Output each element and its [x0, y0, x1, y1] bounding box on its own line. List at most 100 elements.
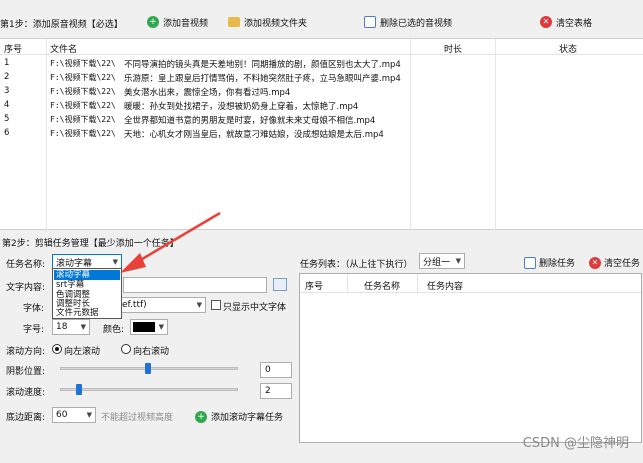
- row-filename: 不同导演拍的镜头真是天差地别！同期播放的剧，颜值区别也太大了.mp4: [124, 60, 401, 70]
- watermark-text: CSDN @尘隐神明: [522, 436, 629, 451]
- speed-value: 2: [265, 386, 271, 396]
- row-filename: 天地：心机女才刚当皇后，就故意刁难姑娘，没成想姑娘是太后.mp4: [124, 130, 384, 140]
- col-header-filename: 文件名: [50, 45, 78, 55]
- color-swatch: [133, 322, 155, 332]
- task-col-content: 任务内容: [427, 282, 464, 292]
- bottom-distance-label: 底边距离:: [6, 413, 46, 423]
- scroll-right-radio[interactable]: [121, 344, 131, 354]
- close-circle-icon: ✕: [589, 256, 601, 269]
- task-name-label: 任务名称:: [6, 260, 46, 270]
- scroll-left-label: 向左滚动: [64, 347, 101, 357]
- clear-table-button[interactable]: ✕ 清空表格: [540, 14, 592, 30]
- plus-circle-icon: +: [195, 410, 207, 423]
- add-folder-button[interactable]: 添加视频文件夹: [228, 14, 307, 30]
- group-select[interactable]: 分组一 ▼: [419, 253, 465, 269]
- chevron-down-icon: ▼: [196, 301, 202, 309]
- add-task-button[interactable]: + 添加滚动字幕任务: [195, 410, 283, 423]
- edit-text-icon[interactable]: [273, 278, 287, 291]
- row-path: F:\视频下载\22\: [50, 129, 116, 138]
- file-table-header: 序号 文件名 时长 状态: [0, 39, 643, 55]
- scroll-direction-label: 滚动方向:: [6, 347, 46, 357]
- shadow-value-field[interactable]: 0: [260, 362, 292, 378]
- task-col-name: 任务名称: [364, 282, 401, 292]
- clear-tasks-label: 清空任务: [604, 259, 641, 269]
- add-video-button[interactable]: + 添加音视频: [147, 14, 208, 30]
- row-no: 2: [4, 72, 10, 82]
- add-task-label: 添加滚动字幕任务: [211, 413, 284, 423]
- row-no: 4: [4, 100, 10, 110]
- font-label: 字体:: [23, 304, 45, 314]
- speed-label: 滚动速度:: [6, 388, 46, 398]
- font-value: ef.ttf): [122, 300, 147, 310]
- col-header-no: 序号: [4, 45, 23, 55]
- bottom-distance-hint: 不能超过视频高度: [101, 413, 174, 423]
- step1-toolbar: 第1步：添加原音视频【必选】 + 添加音视频 添加视频文件夹 删除已选的音视频 …: [0, 0, 643, 38]
- annotation-arrow: [120, 211, 221, 273]
- delete-task-label: 删除任务: [539, 259, 576, 269]
- color-label: 颜色:: [103, 325, 125, 335]
- delete-list-icon: [364, 16, 376, 28]
- row-path: F:\视频下载\22\: [50, 73, 116, 82]
- row-path: F:\视频下载\22\: [50, 87, 116, 96]
- row-path: F:\视频下载\22\: [50, 59, 116, 68]
- row-path: F:\视频下载\22\: [50, 115, 116, 124]
- delete-task-button[interactable]: 删除任务: [524, 256, 575, 269]
- plus-circle-icon: +: [147, 16, 159, 28]
- speed-value-field[interactable]: 2: [260, 383, 292, 399]
- file-table[interactable]: 序号 文件名 时长 状态 1 F:\视频下载\22\ 不同导演拍的镜头真是天差地…: [0, 38, 643, 231]
- table-row[interactable]: 5 F:\视频下载\22\ 全世界都知道书意的男朋友是时宴，好像就未来丈母娘不相…: [0, 112, 643, 126]
- shadow-label: 阴影位置:: [6, 367, 46, 377]
- color-picker[interactable]: ▼: [130, 319, 168, 335]
- bottom-distance-value: 60: [56, 410, 68, 420]
- row-filename: 暖暖：孙女到处找裙子，没想被奶奶身上穿着，太惊艳了.mp4: [124, 102, 359, 112]
- speed-slider-track[interactable]: [60, 388, 238, 391]
- chevron-down-icon: ▼: [455, 257, 461, 265]
- add-folder-label: 添加视频文件夹: [244, 18, 308, 29]
- step1-label: 第1步：添加原音视频【必选】: [0, 20, 123, 30]
- col-header-duration: 时长: [444, 45, 463, 55]
- table-row[interactable]: 2 F:\视频下载\22\ 乐游原：皇上跟皇后打情骂俏，不料她突然肚子疼，立马急…: [0, 70, 643, 84]
- shadow-value: 0: [265, 365, 271, 375]
- chevron-down-icon: ▼: [80, 323, 86, 331]
- delete-selected-button[interactable]: 删除已选的音视频: [364, 14, 452, 30]
- dropdown-option[interactable]: 文件元数据: [54, 308, 120, 318]
- row-no: 3: [4, 86, 10, 96]
- delete-selected-label: 删除已选的音视频: [380, 18, 453, 29]
- task-list-label: 任务列表：（从上往下执行）: [300, 260, 413, 270]
- task-list-table[interactable]: 序号 任务名称 任务内容: [299, 273, 642, 443]
- close-circle-icon: ✕: [540, 16, 552, 28]
- row-no: 6: [4, 128, 10, 138]
- app-window: 第1步：添加原音视频【必选】 + 添加音视频 添加视频文件夹 删除已选的音视频 …: [0, 0, 643, 463]
- table-row[interactable]: 1 F:\视频下载\22\ 不同导演拍的镜头真是天差地别！同期播放的剧，颜值区别…: [0, 56, 643, 70]
- clear-tasks-button[interactable]: ✕ 清空任务: [589, 256, 640, 269]
- size-select[interactable]: 18 ▼: [52, 319, 90, 335]
- size-value: 18: [56, 322, 68, 332]
- table-row[interactable]: 6 F:\视频下载\22\ 天地：心机女才刚当皇后，就故意刁难姑娘，没成想姑娘是…: [0, 126, 643, 140]
- clear-table-label: 清空表格: [556, 18, 593, 29]
- size-label: 字号:: [23, 325, 45, 335]
- add-video-label: 添加音视频: [163, 18, 209, 29]
- chinese-font-checkbox[interactable]: [211, 300, 221, 310]
- task-col-no: 序号: [305, 282, 324, 292]
- table-row[interactable]: 3 F:\视频下载\22\ 美女潜水出来，震惊全场，你有看过吗.mp4: [0, 84, 643, 98]
- bottom-distance-select[interactable]: 60 ▼: [52, 407, 96, 423]
- row-no: 1: [4, 58, 10, 68]
- delete-list-icon: [524, 256, 536, 269]
- shadow-slider-thumb[interactable]: [145, 363, 151, 374]
- chevron-down-icon: ▼: [158, 323, 164, 331]
- task-name-value: 滚动字幕: [56, 258, 93, 269]
- row-filename: 乐游原：皇上跟皇后打情骂俏，不料她突然肚子疼，立马急眼叫产婆.mp4: [124, 74, 401, 84]
- row-filename: 全世界都知道书意的男朋友是时宴，好像就未来丈母娘不相信.mp4: [124, 116, 376, 126]
- scroll-right-label: 向右滚动: [133, 347, 170, 357]
- col-header-status: 状态: [559, 45, 578, 55]
- chinese-font-label: 只显示中文字体: [223, 303, 287, 313]
- group-value: 分组一: [423, 257, 451, 268]
- row-filename: 美女潜水出来，震惊全场，你有看过吗.mp4: [124, 88, 291, 98]
- chevron-down-icon: ▼: [86, 411, 92, 419]
- folder-icon: [228, 17, 240, 27]
- scroll-left-radio[interactable]: [52, 344, 62, 354]
- speed-slider-thumb[interactable]: [76, 384, 82, 395]
- table-row[interactable]: 4 F:\视频下载\22\ 暖暖：孙女到处找裙子，没想被奶奶身上穿着，太惊艳了.…: [0, 98, 643, 112]
- text-content-label: 文字内容:: [6, 283, 46, 293]
- row-no: 5: [4, 114, 10, 124]
